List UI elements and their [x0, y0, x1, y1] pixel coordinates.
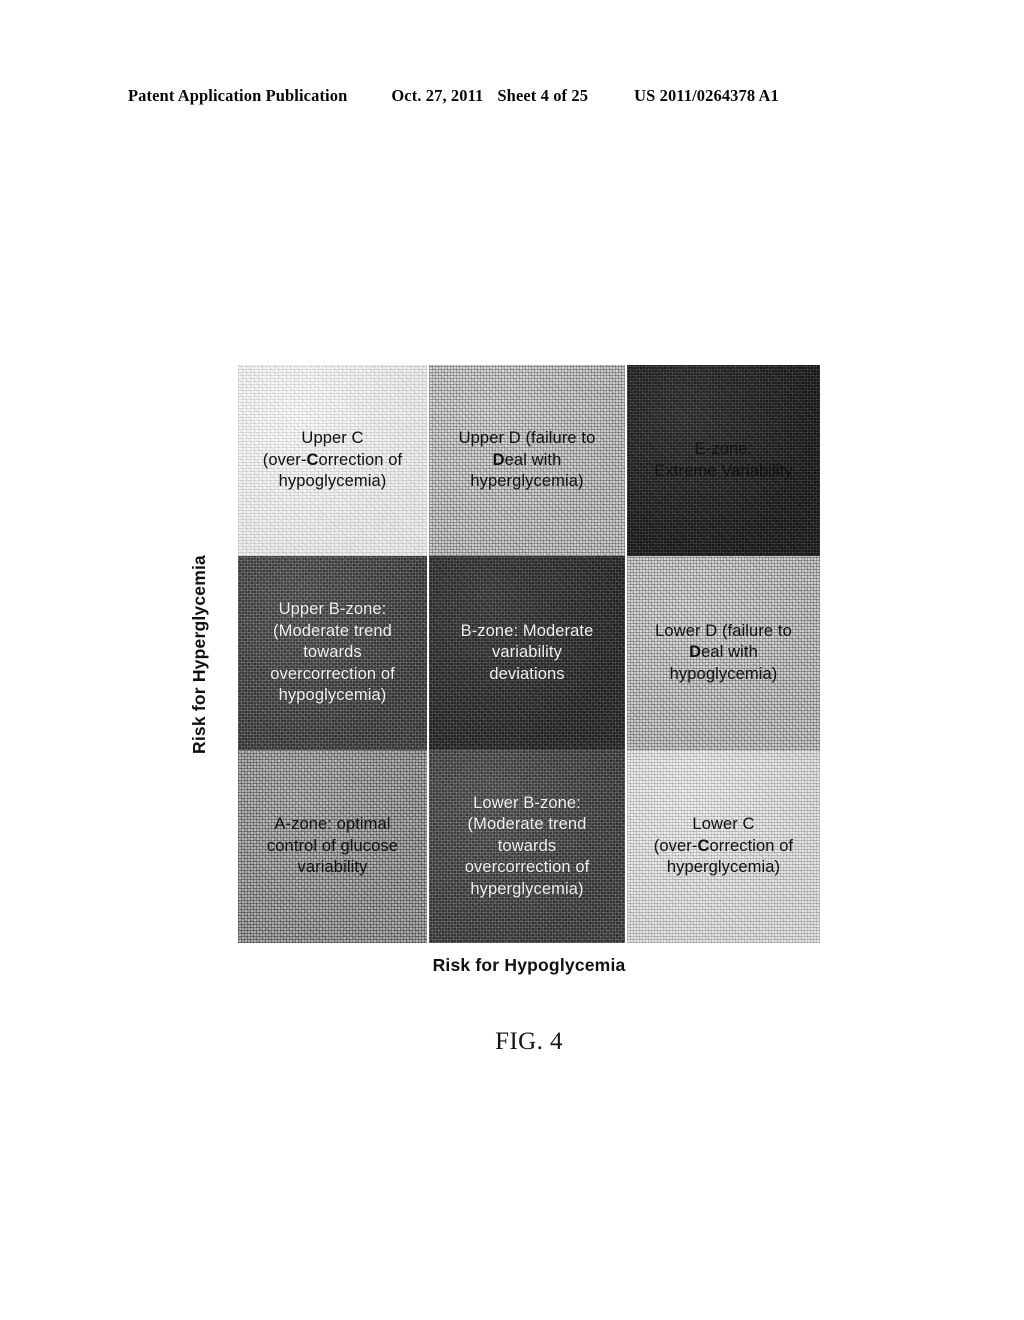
zone-cell-upper-c: Upper C (over-Correction of hypoglycemia): [238, 365, 429, 556]
zone-cell-label-line: (Moderate trend: [467, 815, 587, 834]
zone-cell-label-line: Upper D (failure to: [458, 429, 596, 448]
zone-cell-label-line: variability: [297, 858, 368, 877]
zone-cell-label-line: hypoglycemia): [278, 472, 387, 491]
zone-cell-label: Upper C (over-Correction of hypoglycemia): [257, 428, 408, 492]
zone-cell-a-zone: A-zone: optimal control of glucose variabi…: [238, 750, 429, 943]
zone-cell-label-line: overcorrection of: [464, 858, 590, 877]
zone-cell-b-zone: B-zone: Moderate variability deviations: [429, 556, 627, 750]
zone-cell-label-line: deviations: [489, 664, 565, 683]
y-axis-label-text: Risk for Hyperglycemia: [188, 554, 209, 754]
zone-cell-label-line: overcorrection of: [270, 664, 395, 683]
zone-cell-lower-c: Lower C (over-Correction of hyperglycemia): [627, 750, 820, 943]
zone-cell-label-line: Upper B-zone:: [278, 600, 387, 619]
zone-cell-label-line: towards: [497, 836, 557, 855]
zone-cell-lower-b-zone: Lower B-zone: (Moderate trend towards overc…: [429, 750, 627, 943]
zone-cell-label-line: variability: [492, 643, 562, 662]
zone-cell-label-line: Lower D (failure to: [655, 621, 792, 640]
y-axis-label: Risk for Hyperglycemia: [176, 534, 222, 774]
risk-zone-grid: Upper C (over-Correction of hypoglycemia) U…: [238, 365, 820, 943]
zone-cell-label-line: towards: [303, 643, 362, 662]
zone-cell-label-line: Upper C: [301, 429, 364, 448]
zone-cell-label-line: Deal with: [492, 450, 562, 469]
zone-cell-label-line: Extreme Variability: [654, 461, 793, 480]
zone-cell-label-line: Lower C: [692, 815, 755, 834]
figure-caption: FIG. 4: [495, 1028, 563, 1055]
x-axis-label: Risk for Hypoglycemia: [432, 955, 626, 975]
zone-cell-label-line: E-zone:: [694, 440, 753, 459]
zone-cell-label-line: B-zone: Moderate: [460, 621, 594, 640]
figure-4: Risk for Hyperglycemia Upper C (over-Corr…: [0, 0, 1024, 1320]
zone-cell-lower-d: Lower D (failure to Deal with hypoglycemia…: [627, 556, 820, 750]
zone-cell-label-line: A-zone: optimal: [274, 815, 391, 834]
zone-cell-label-line: Deal with: [689, 643, 758, 662]
zone-cell-label: A-zone: optimal control of glucose variabi…: [261, 814, 404, 878]
zone-cell-label-line: hyperglycemia): [666, 858, 781, 877]
zone-cell-label-line: hyperglycemia): [470, 472, 584, 491]
zone-cell-label-line: (Moderate trend: [273, 621, 392, 640]
zone-cell-label-line: hypoglycemia): [669, 664, 778, 683]
zone-cell-label-line: hyperglycemia): [470, 879, 584, 898]
zone-cell-label-line: Lower B-zone:: [473, 793, 581, 812]
zone-cell-label: E-zone: Extreme Variability: [648, 439, 798, 482]
zone-cell-label: Lower B-zone: (Moderate trend towards overc…: [459, 793, 596, 900]
zone-cell-label: Lower D (failure to Deal with hypoglycemia…: [649, 621, 798, 685]
zone-cell-label-line: (over-Correction of: [262, 450, 403, 469]
zone-cell-label-line: (over-Correction of: [653, 836, 794, 855]
zone-cell-label: Upper D (failure to Deal with hyperglycemi…: [453, 428, 602, 492]
zone-cell-label: Upper B-zone: (Moderate trend towards overc…: [264, 599, 401, 706]
zone-cell-upper-b-zone: Upper B-zone: (Moderate trend towards overc…: [238, 556, 429, 750]
zone-cell-e-zone: E-zone: Extreme Variability: [627, 365, 820, 556]
zone-cell-label: Lower C (over-Correction of hyperglycemia): [648, 814, 799, 878]
zone-cell-upper-d: Upper D (failure to Deal with hyperglycemi…: [429, 365, 627, 556]
zone-cell-label-line: hypoglycemia): [278, 686, 387, 705]
zone-cell-label-line: control of glucose: [266, 836, 399, 855]
zone-cell-label: B-zone: Moderate variability deviations: [455, 621, 600, 685]
